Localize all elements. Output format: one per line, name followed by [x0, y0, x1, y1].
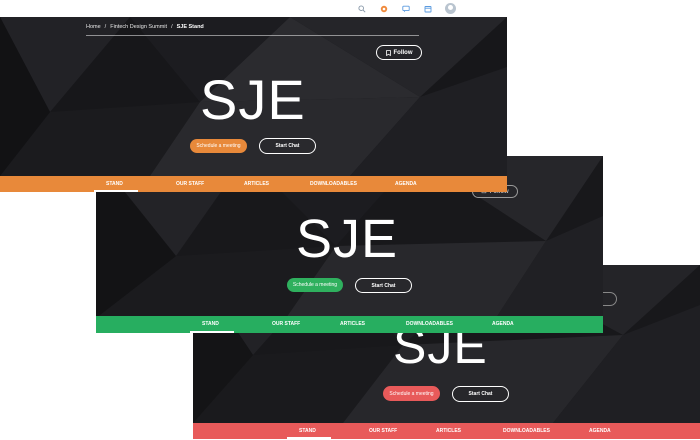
- calendar-icon[interactable]: [423, 4, 433, 14]
- start-chat-button[interactable]: Start Chat: [452, 386, 509, 402]
- start-chat-button[interactable]: Start Chat: [355, 278, 412, 293]
- logo-text: SJE: [296, 209, 399, 269]
- tab-our-staff[interactable]: OUR STAFF: [369, 428, 397, 434]
- top-bar-icons: [357, 3, 456, 14]
- tab-articles[interactable]: ARTICLES: [340, 321, 365, 327]
- follow-label: Follow: [393, 49, 413, 56]
- tab-our-staff[interactable]: OUR STAFF: [176, 181, 204, 187]
- stand-page-orange: Home / Fintech Design Summit / SJE Stand…: [0, 0, 507, 193]
- tab-agenda[interactable]: AGENDA: [589, 428, 611, 434]
- logo-text: SJE: [200, 68, 306, 131]
- tab-bar: STAND OUR STAFF ARTICLES DOWNLOADABLES A…: [193, 423, 700, 439]
- tab-articles[interactable]: ARTICLES: [436, 428, 461, 434]
- notification-icon[interactable]: [379, 4, 389, 14]
- tab-our-staff[interactable]: OUR STAFF: [272, 321, 300, 327]
- hero-banner: Home / Fintech Design Summit / SJE Stand…: [0, 17, 507, 176]
- search-icon[interactable]: [357, 4, 367, 14]
- tab-agenda[interactable]: AGENDA: [492, 321, 514, 327]
- breadcrumb-separator: /: [171, 24, 173, 30]
- breadcrumb-current: SJE Stand: [176, 24, 204, 30]
- breadcrumb-divider: [86, 35, 419, 36]
- chat-icon[interactable]: [401, 4, 411, 14]
- breadcrumb-event[interactable]: Fintech Design Summit: [110, 24, 167, 30]
- tab-downloadables[interactable]: DOWNLOADABLES: [503, 428, 550, 434]
- breadcrumb-separator: /: [104, 24, 107, 30]
- tab-downloadables[interactable]: DOWNLOADABLES: [310, 181, 357, 187]
- follow-button[interactable]: Follow: [376, 45, 422, 60]
- bookmark-icon: [385, 49, 391, 56]
- tab-stand[interactable]: STAND: [106, 181, 123, 187]
- tab-articles[interactable]: ARTICLES: [244, 181, 269, 187]
- tab-stand[interactable]: STAND: [202, 321, 219, 327]
- breadcrumb-home[interactable]: Home: [86, 24, 101, 30]
- start-chat-button[interactable]: Start Chat: [259, 138, 316, 154]
- tab-bar: STAND OUR STAFF ARTICLES DOWNLOADABLES A…: [96, 316, 603, 333]
- tab-downloadables[interactable]: DOWNLOADABLES: [406, 321, 453, 327]
- schedule-meeting-button[interactable]: Schedule a meeting: [190, 139, 247, 153]
- tab-bar: STAND OUR STAFF ARTICLES DOWNLOADABLES A…: [0, 176, 507, 192]
- active-tab-indicator: [190, 331, 234, 333]
- active-tab-indicator: [94, 190, 138, 192]
- schedule-meeting-button[interactable]: Schedule a meeting: [287, 278, 343, 292]
- active-tab-indicator: [287, 437, 331, 439]
- avatar[interactable]: [445, 3, 456, 14]
- breadcrumb: Home / Fintech Design Summit / SJE Stand: [86, 24, 204, 30]
- tab-agenda[interactable]: AGENDA: [395, 181, 417, 187]
- tab-stand[interactable]: STAND: [299, 428, 316, 434]
- schedule-meeting-button[interactable]: Schedule a meeting: [383, 386, 440, 401]
